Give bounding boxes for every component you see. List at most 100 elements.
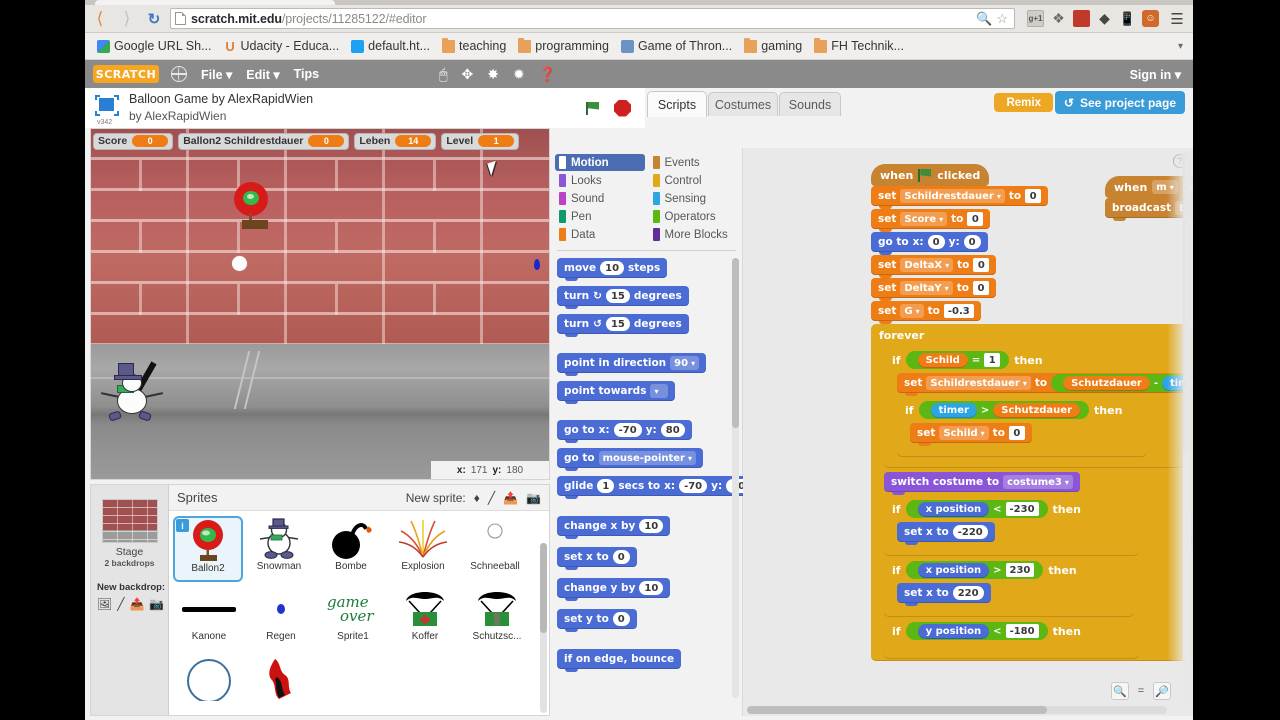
menu-tips[interactable]: Tips [294, 67, 319, 81]
block-if-xpos-greater[interactable]: if x position > 230 then set x to 220 [884, 556, 1134, 617]
block-set-x-positive[interactable]: set x to 220 [897, 583, 991, 606]
canvas-horizontal-scrollbar[interactable] [747, 706, 1167, 714]
category-data[interactable]: Data [555, 226, 645, 243]
block-input[interactable]: -70 [679, 479, 708, 493]
variable-dropdown[interactable]: Schild [939, 426, 989, 440]
category-control[interactable]: Control [649, 172, 739, 189]
palette-scrollbar[interactable] [732, 258, 739, 698]
choose-backdrop-icon[interactable]: 🖼 [97, 597, 112, 611]
bookmark-item[interactable]: default.ht... [345, 37, 436, 55]
block-input[interactable]: 0 [1025, 189, 1042, 203]
block-set-schildrestdauer[interactable]: set Schildrestdauer to 0 [871, 186, 1049, 209]
language-globe-icon[interactable] [170, 65, 187, 82]
bookmark-item[interactable]: Google URL Sh... [91, 37, 218, 55]
sprite-item-ballon2[interactable]: i Ballon2 [173, 516, 243, 582]
palette-block-go-to-target[interactable]: go to mouse-pointer [557, 448, 704, 471]
operator-greater-than[interactable]: timer > Schutzdauer [918, 401, 1090, 419]
sprite-ballon2-on-stage[interactable] [234, 182, 268, 229]
palette-block-set-y[interactable]: set y to 0 [557, 609, 637, 632]
block-input[interactable]: -0.3 [943, 304, 974, 318]
category-sound[interactable]: Sound [555, 190, 645, 207]
block-if-timer-gt[interactable]: if timer > Schutzdauer then set Schild ▾… [897, 396, 1147, 457]
sprite-item-koffer[interactable]: Koffer [389, 586, 461, 654]
block-input[interactable]: 80 [660, 423, 685, 437]
palette-block-go-to-xy[interactable]: go to x: -70 y: 80 [557, 420, 692, 443]
block-if-schild-equals[interactable]: if Schild = 1 then set Schildrestdauer ▾… [884, 346, 1193, 468]
block-input[interactable]: -220 [952, 525, 988, 539]
sensing-reporter[interactable]: timer [930, 402, 977, 418]
block-go-to-xy[interactable]: go to x: 0 y: 0 [871, 232, 988, 255]
operator-equals[interactable]: Schild = 1 [905, 351, 1010, 369]
motion-reporter[interactable]: x position [917, 562, 990, 578]
bookmark-item[interactable]: Game of Thron... [615, 37, 738, 55]
block-input[interactable]: 0 [612, 550, 630, 564]
hamburger-menu-icon[interactable]: ☰ [1165, 10, 1189, 28]
block-input[interactable]: 0 [1008, 426, 1025, 440]
reload-icon[interactable]: ↻ [142, 7, 166, 31]
expand-icon[interactable]: ✹ [513, 66, 525, 83]
go-to-dropdown[interactable]: mouse-pointer [598, 451, 697, 465]
remix-button[interactable]: Remix [994, 93, 1053, 112]
sprite-item-bombe[interactable]: Bombe [315, 516, 387, 584]
paint-new-sprite-icon[interactable]: ♦ [474, 491, 480, 505]
sign-in-button[interactable]: Sign in ▾ [1130, 67, 1181, 82]
block-set-deltax[interactable]: set DeltaX to 0 [871, 255, 997, 278]
variable-reporter[interactable]: Schutzdauer [993, 402, 1081, 418]
palette-block-change-x[interactable]: change x by 10 [557, 516, 671, 539]
block-forever[interactable]: forever if Schild = 1 then set Schildres… [871, 324, 1193, 661]
sprite-item-extra-red[interactable] [245, 656, 317, 715]
variable-dropdown[interactable]: Score [900, 212, 948, 226]
costume-dropdown[interactable]: costume3 [1003, 475, 1073, 489]
zoom-reset-icon[interactable]: = [1132, 682, 1150, 700]
palette-block-move[interactable]: move 10 steps [557, 258, 668, 281]
block-input[interactable]: 0 [963, 235, 981, 249]
variable-dropdown[interactable]: G [900, 304, 924, 318]
variable-reporter[interactable]: Schutzdauer [1063, 375, 1150, 391]
forward-arrow-icon[interactable]: ⟩ [115, 7, 139, 31]
bookmark-item[interactable]: U Udacity - Educa... [218, 37, 346, 55]
brush-icon[interactable]: ╱ [488, 491, 495, 505]
sprite-item-kanone[interactable]: Kanone [173, 586, 245, 654]
block-input[interactable]: 0 [927, 235, 945, 249]
direction-dropdown[interactable]: 90 [670, 356, 700, 370]
zoom-in-icon[interactable]: 🔎 [1153, 682, 1171, 700]
bookmark-item[interactable]: FH Technik... [808, 37, 910, 55]
camera-icon[interactable]: 📷 [526, 491, 541, 505]
tab-scripts[interactable]: Scripts [647, 91, 707, 117]
stage-thumbnail[interactable] [101, 499, 158, 543]
script-canvas[interactable]: when clicked set Schildrestdauer to 0 se… [743, 148, 1193, 716]
script-main-green-flag[interactable]: when clicked set Schildrestdauer to 0 se… [871, 164, 1193, 661]
block-set-deltay[interactable]: set DeltaY to 0 [871, 278, 996, 301]
sprite-list-scrollbar[interactable] [540, 543, 547, 713]
watcher-level[interactable]: Level 1 [441, 132, 520, 150]
shrink-icon[interactable]: ✸ [487, 66, 499, 83]
block-input[interactable]: 15 [605, 289, 630, 303]
sprite-item-sprite1[interactable]: game over Sprite1 [317, 586, 389, 654]
watcher-schildrestdauer[interactable]: Ballon2 Schildrestdauer 0 [178, 132, 350, 150]
back-arrow-icon[interactable]: ⟨ [88, 7, 112, 31]
motion-reporter[interactable]: y position [917, 623, 990, 639]
sprite-item-regen[interactable]: Regen [245, 586, 317, 654]
green-flag-icon[interactable] [586, 101, 600, 115]
menu-edit[interactable]: Edit ▾ [246, 67, 279, 82]
block-when-flag-clicked[interactable]: when clicked [871, 164, 990, 186]
block-input[interactable]: 0 [967, 212, 984, 226]
palette-block-point-in-direction[interactable]: point in direction 90 [557, 353, 707, 376]
block-input[interactable]: 1 [984, 353, 1001, 367]
block-input[interactable]: -70 [613, 423, 642, 437]
paint-backdrop-icon[interactable]: ╱ [117, 597, 124, 611]
tab-sounds[interactable]: Sounds [779, 92, 841, 116]
zoom-magnifier-icon[interactable]: 🔍 [976, 11, 992, 27]
watcher-score[interactable]: Score 0 [93, 132, 174, 150]
watcher-leben[interactable]: Leben 14 [354, 132, 437, 150]
grow-icon[interactable]: ✥ [462, 66, 474, 83]
emoji-icon[interactable]: ☺ [1142, 10, 1159, 27]
pocket-icon[interactable] [1073, 10, 1090, 27]
variable-dropdown[interactable]: DeltaY [900, 281, 953, 295]
operator-less-than[interactable]: x position < -230 [905, 500, 1048, 518]
stop-button-icon[interactable] [614, 99, 631, 117]
palette-block-turn-ccw[interactable]: turn ↺ 15 degrees [557, 314, 689, 337]
block-input[interactable]: -230 [1005, 502, 1039, 516]
upload-sprite-icon[interactable]: 📤 [503, 491, 518, 505]
category-more-blocks[interactable]: More Blocks [649, 226, 739, 243]
